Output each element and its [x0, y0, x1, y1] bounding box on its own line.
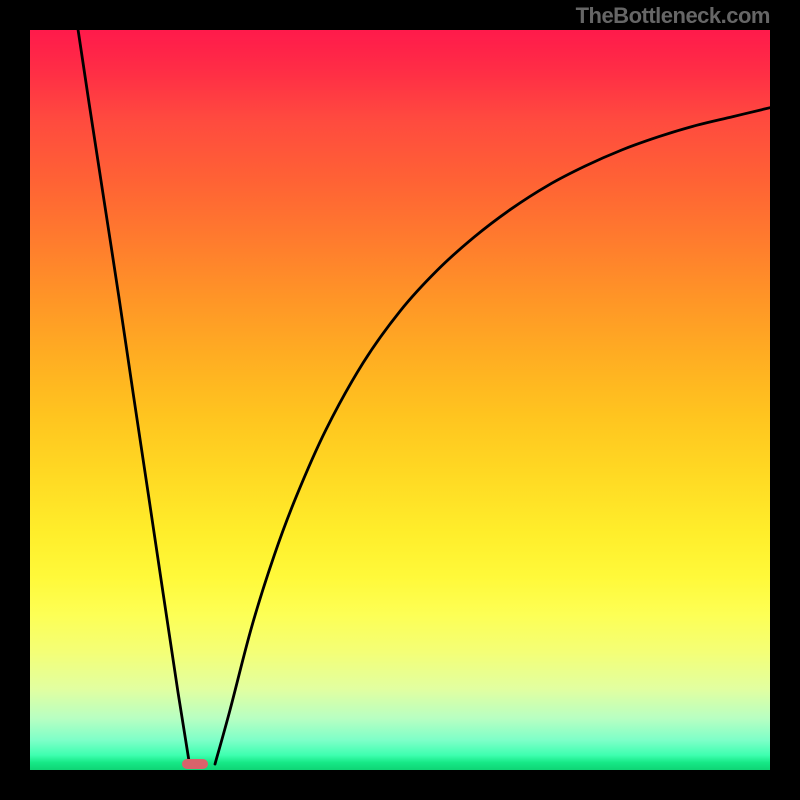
- watermark-text: TheBottleneck.com: [576, 3, 770, 29]
- chart-frame: TheBottleneck.com: [0, 0, 800, 800]
- plot-area: [30, 30, 770, 770]
- curve-layer: [30, 30, 770, 770]
- curve-right-branch: [215, 108, 770, 764]
- min-marker: [182, 759, 208, 769]
- curve-left-branch: [78, 30, 190, 766]
